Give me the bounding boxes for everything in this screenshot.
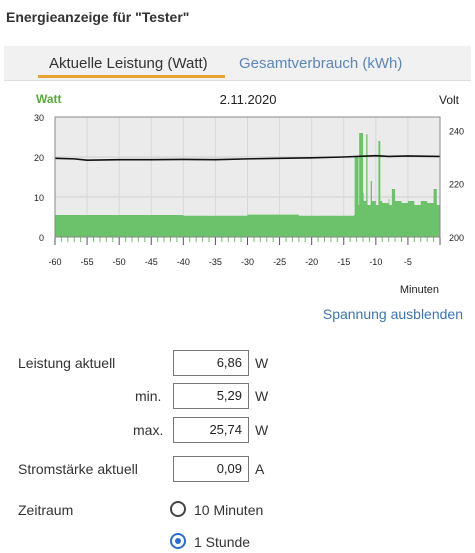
power-current-label: Leistung aktuell bbox=[18, 355, 116, 371]
x-tick-label: -40 bbox=[177, 257, 190, 267]
x-tick-label: -45 bbox=[145, 257, 158, 267]
y2-axis-labels: 200 220 240 bbox=[449, 126, 464, 243]
x-tick-label: -55 bbox=[81, 257, 94, 267]
tab-current-power[interactable]: Aktuelle Leistung (Watt) bbox=[49, 55, 208, 72]
y-tick-label: 20 bbox=[34, 153, 44, 163]
period-label: Zeitraum bbox=[18, 502, 74, 518]
left-axis-title: Watt bbox=[36, 92, 62, 106]
y-tick-label: 10 bbox=[34, 193, 44, 203]
y-axis-labels: 0 10 20 30 bbox=[34, 113, 44, 243]
x-tick-label: -5 bbox=[404, 257, 412, 267]
power-max-field[interactable]: 25,74 bbox=[173, 417, 249, 443]
x-tick-label: -15 bbox=[337, 257, 350, 267]
power-chart: Watt 2.11.2020 Volt 0 10 20 30 200 220 240 -6… bbox=[0, 88, 475, 303]
current-label: Stromstärke aktuell bbox=[18, 461, 138, 477]
current-unit: A bbox=[255, 461, 265, 477]
power-max-unit: W bbox=[255, 422, 269, 438]
x-tick-label: -60 bbox=[48, 257, 61, 267]
page-title: Energieanzeige für "Tester" bbox=[6, 9, 190, 25]
y2-tick-label: 220 bbox=[449, 180, 464, 190]
period-1h-radio[interactable] bbox=[170, 533, 186, 549]
tab-total-consumption[interactable]: Gesamtverbrauch (kWh) bbox=[239, 55, 402, 72]
x-tick-label: -30 bbox=[241, 257, 254, 267]
toggle-voltage-link[interactable]: Spannung ausblenden bbox=[323, 306, 463, 322]
x-tick-label: -20 bbox=[305, 257, 318, 267]
chart-svg: Watt 2.11.2020 Volt 0 10 20 30 200 220 240 -6… bbox=[34, 92, 464, 296]
power-max-label: max. bbox=[133, 422, 164, 438]
power-current-unit: W bbox=[255, 355, 269, 371]
period-1h-label[interactable]: 1 Stunde bbox=[194, 534, 250, 550]
period-10min-label[interactable]: 10 Minuten bbox=[194, 502, 263, 518]
y-tick-label: 30 bbox=[34, 113, 44, 123]
x-tick-label: -35 bbox=[209, 257, 222, 267]
y2-tick-label: 240 bbox=[449, 126, 464, 136]
tab-bar: Aktuelle Leistung (Watt) Gesamtverbrauch… bbox=[4, 46, 471, 81]
current-field[interactable]: 0,09 bbox=[173, 456, 249, 482]
x-tick-label: -10 bbox=[369, 257, 382, 267]
period-10min-radio[interactable] bbox=[170, 501, 186, 517]
x-tick-label: -50 bbox=[113, 257, 126, 267]
x-tick-marks bbox=[54, 237, 441, 245]
power-min-field[interactable]: 5,29 bbox=[173, 383, 249, 409]
right-axis-title: Volt bbox=[439, 93, 460, 107]
x-tick-label: -25 bbox=[273, 257, 286, 267]
x-axis-labels: -60 -55 -50 -45 -40 -35 -30 -25 -20 -15 -10 -5 bbox=[48, 257, 411, 267]
x-axis-title: Minuten bbox=[400, 284, 439, 296]
power-min-unit: W bbox=[255, 388, 269, 404]
y2-tick-label: 200 bbox=[449, 233, 464, 243]
y-tick-label: 0 bbox=[39, 233, 44, 243]
active-tab-indicator bbox=[38, 75, 225, 78]
power-min-label: min. bbox=[135, 388, 162, 404]
chart-title: 2.11.2020 bbox=[220, 92, 277, 107]
power-current-field[interactable]: 6,86 bbox=[173, 350, 249, 376]
